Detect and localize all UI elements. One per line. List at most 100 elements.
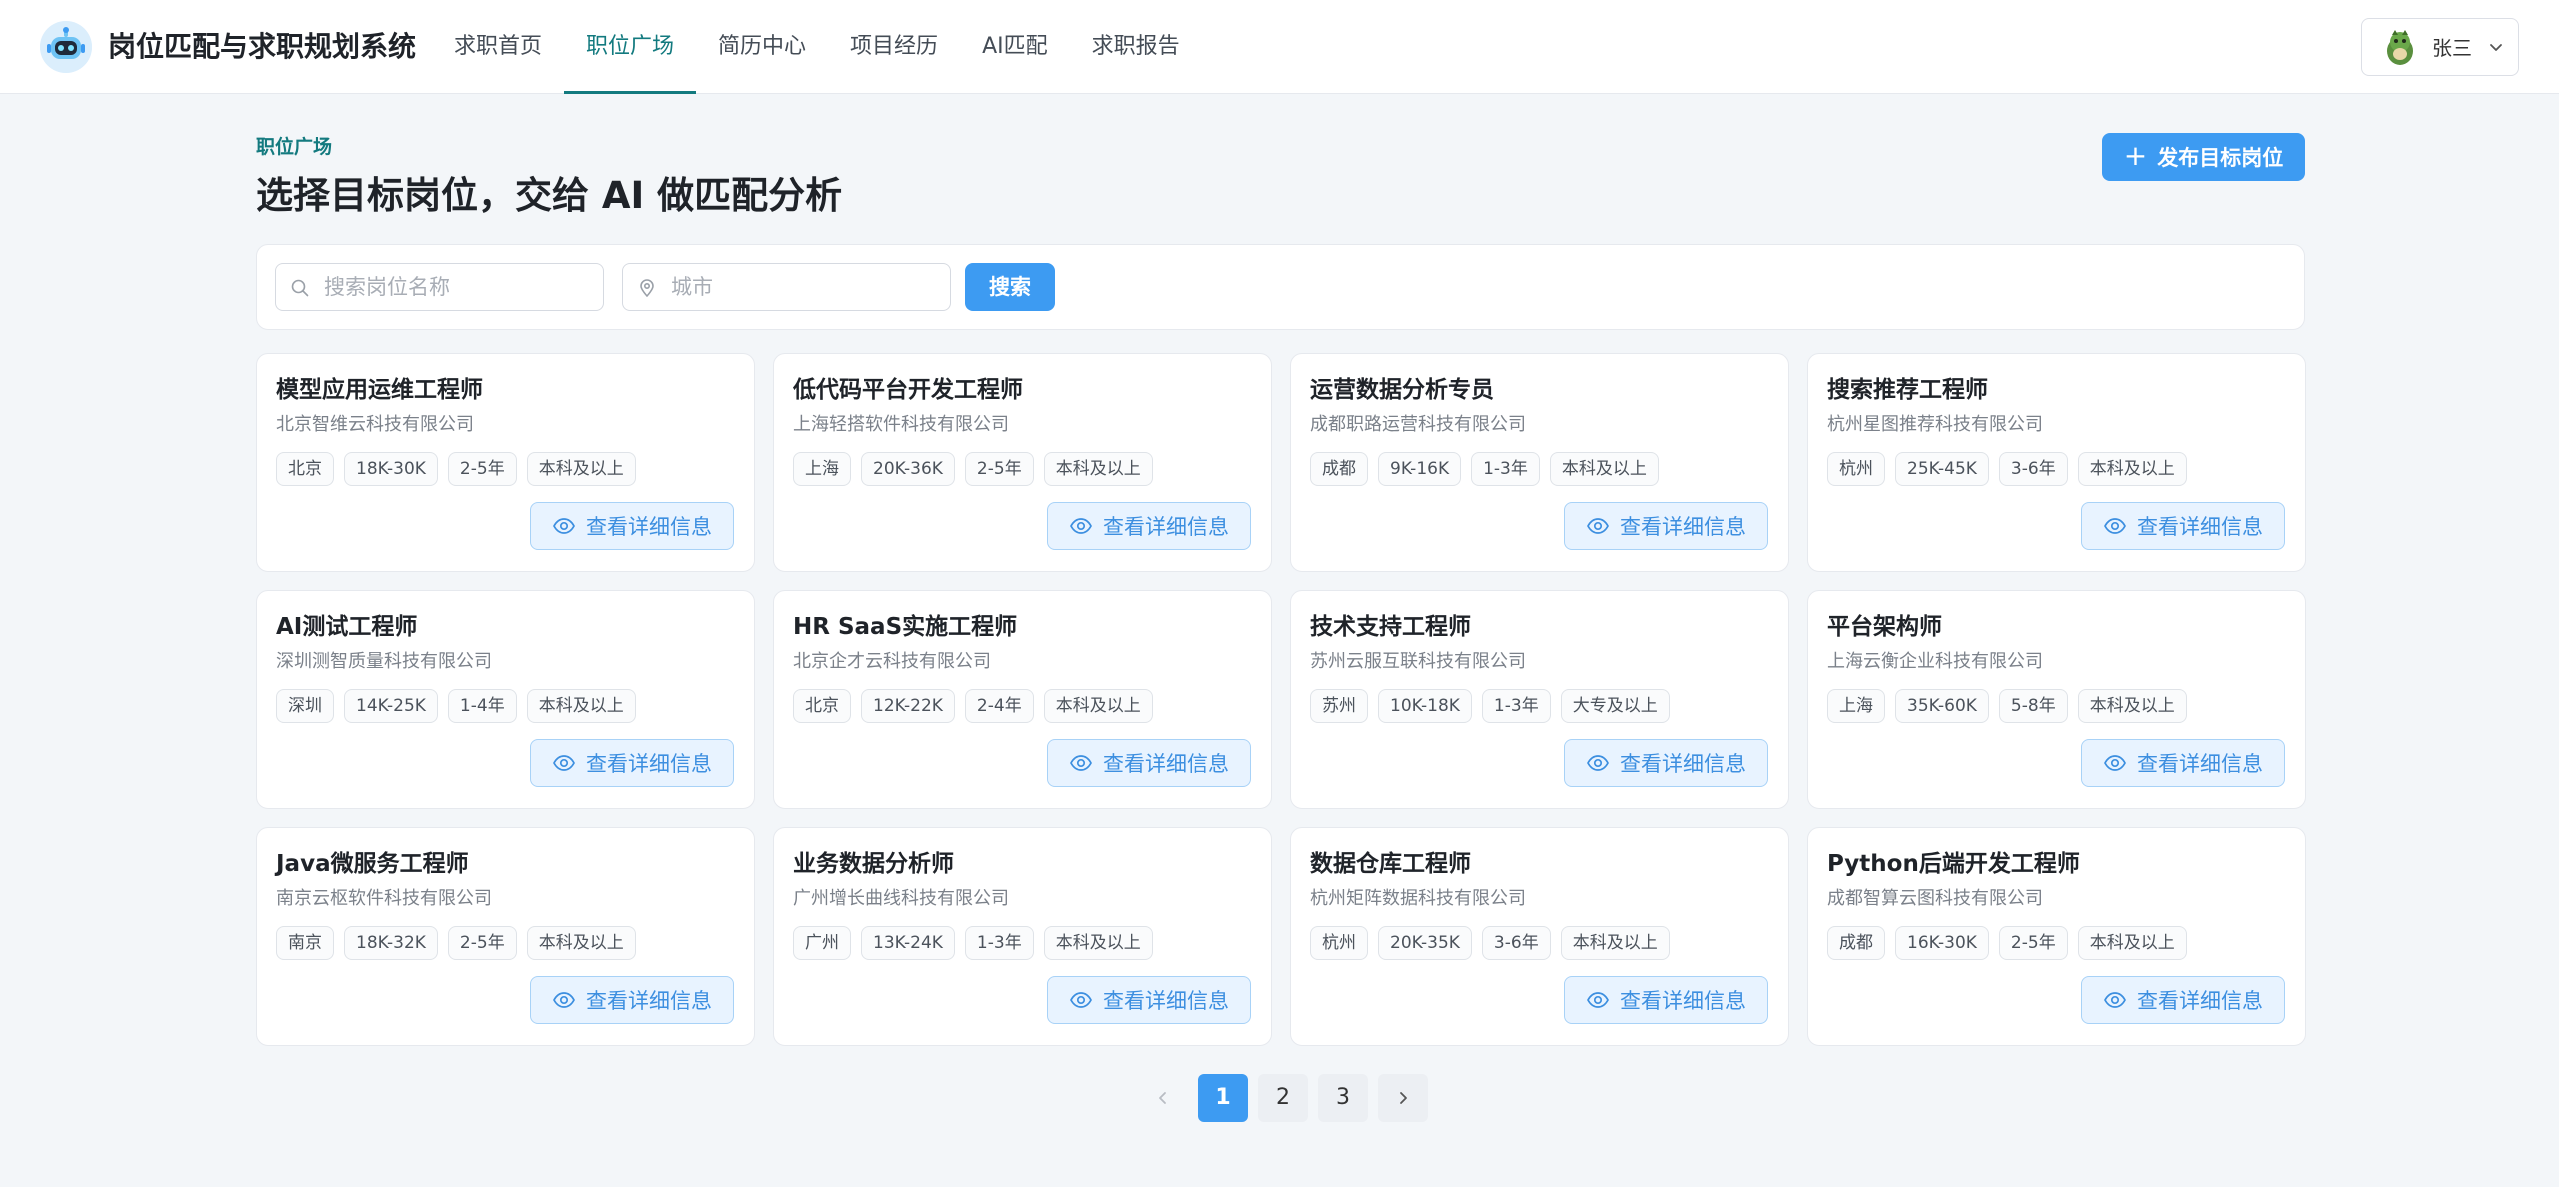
company-name: 成都职路运营科技有限公司 [1310, 414, 1526, 435]
job-tag: 本科及以上 [1560, 926, 1670, 960]
nav-item-home[interactable]: 求职首页 [432, 0, 564, 94]
prev-page-button[interactable] [1138, 1074, 1188, 1122]
job-tag: 深圳 [276, 689, 334, 723]
view-details-label: 查看详细信息 [1103, 752, 1229, 776]
eye-icon [1587, 755, 1609, 771]
view-details-label: 查看详细信息 [1620, 515, 1746, 539]
eye-icon [2104, 518, 2126, 534]
job-tags: 上海 20K-36K 2-5年 本科及以上 [793, 452, 1153, 486]
job-card[interactable]: 运营数据分析专员 成都职路运营科技有限公司 成都 9K-16K 1-3年 本科及以上 查看详… [1290, 353, 1789, 572]
job-tag: 苏州 [1310, 689, 1368, 723]
job-tag: 16K-30K [1895, 926, 1989, 960]
eye-icon [1070, 755, 1092, 771]
chevron-down-icon [2490, 44, 2502, 51]
company-name: 北京企才云科技有限公司 [793, 651, 991, 672]
view-details-label: 查看详细信息 [2137, 515, 2263, 539]
view-details-button[interactable]: 查看详细信息 [2081, 976, 2285, 1024]
company-name: 杭州星图推荐科技有限公司 [1827, 414, 2043, 435]
view-details-button[interactable]: 查看详细信息 [530, 502, 734, 550]
page-button-2[interactable]: 2 [1258, 1074, 1308, 1122]
job-card[interactable]: HR SaaS实施工程师 北京企才云科技有限公司 北京 12K-22K 2-4年 本科及以… [773, 590, 1272, 809]
job-tag: 5-8年 [1998, 689, 2068, 723]
job-card[interactable]: AI测试工程师深圳测智质量科技有限公司深圳 14K-25K 1-4年 本科及以上查看详… [256, 590, 755, 809]
job-card[interactable]: 模型应用运维工程师 北京智维云科技有限公司 北京 18K-30K 2-5年 本科及以上 查看… [256, 353, 755, 572]
eye-icon [1587, 518, 1609, 534]
company-name: 上海轻搭软件科技有限公司 [793, 414, 1009, 435]
job-tag: 3-6年 [1998, 452, 2068, 486]
view-details-button[interactable]: 查看详细信息 [530, 976, 734, 1024]
company-name: 广州增长曲线科技有限公司 [793, 888, 1009, 909]
eye-icon [553, 992, 575, 1008]
company-name: 杭州矩阵数据科技有限公司 [1310, 888, 1526, 909]
nav-item-report[interactable]: 求职报告 [1070, 0, 1202, 94]
view-details-button[interactable]: 查看详细信息 [2081, 739, 2285, 787]
job-tag: 成都 [1310, 452, 1368, 486]
nav-item-resume-center[interactable]: 简历中心 [696, 0, 828, 94]
publish-target-job-button[interactable]: + 发布目标岗位 [2102, 133, 2305, 181]
search-button[interactable]: 搜索 [965, 263, 1055, 311]
avatar-icon [2387, 30, 2413, 65]
job-tags: 北京 18K-30K 2-5年 本科及以上 [276, 452, 636, 486]
job-title: Python后端开发工程师 [1827, 851, 2080, 877]
job-tag: 2-5年 [1998, 926, 2068, 960]
chevron-left-icon [1159, 1092, 1166, 1104]
job-title: 低代码平台开发工程师 [793, 377, 1023, 403]
job-title: AI测试工程师 [276, 614, 418, 640]
view-details-button[interactable]: 查看详细信息 [1564, 976, 1768, 1024]
job-tag: 本科及以上 [526, 452, 636, 486]
keyword-search-box[interactable] [275, 263, 604, 311]
job-tag: 本科及以上 [1043, 452, 1153, 486]
job-tag: 10K-18K [1378, 689, 1472, 723]
job-tag: 本科及以上 [1549, 452, 1659, 486]
view-details-button[interactable]: 查看详细信息 [1047, 739, 1251, 787]
view-details-button[interactable]: 查看详细信息 [1564, 502, 1768, 550]
job-title: 业务数据分析师 [793, 851, 954, 877]
robot-logo-icon [40, 21, 92, 73]
view-details-button[interactable]: 查看详细信息 [1564, 739, 1768, 787]
job-card[interactable]: 低代码平台开发工程师上海轻搭软件科技有限公司上海 20K-36K 2-5年 本科及以上… [773, 353, 1272, 572]
company-name: 深圳测智质量科技有限公司 [276, 651, 492, 672]
job-tag: 13K-24K [861, 926, 955, 960]
job-tag: 本科及以上 [526, 926, 636, 960]
view-details-button[interactable]: 查看详细信息 [1047, 502, 1251, 550]
plus-icon: + [2123, 138, 2148, 172]
job-tags: 成都 16K-30K 2-5年 本科及以上 [1827, 926, 2187, 960]
job-tag: 20K-36K [861, 452, 955, 486]
job-tags: 杭州 25K-45K 3-6年 本科及以上 [1827, 452, 2187, 486]
job-card[interactable]: 平台架构师 上海云衡企业科技有限公司 上海 35K-60K 5-8年 本科及以上 查看详细信… [1807, 590, 2306, 809]
company-name: 上海云衡企业科技有限公司 [1827, 651, 2043, 672]
app-title: 岗位匹配与求职规划系统 [108, 30, 417, 63]
view-details-label: 查看详细信息 [1620, 989, 1746, 1013]
job-card[interactable]: 数据仓库工程师 杭州矩阵数据科技有限公司 杭州 20K-35K 3-6年 本科及以上 查看详… [1290, 827, 1789, 1046]
job-card[interactable]: 技术支持工程师 苏州云服互联科技有限公司 苏州 10K-18K 1-3年 大专及以上 查看详… [1290, 590, 1789, 809]
job-tag: 北京 [793, 689, 851, 723]
chevron-right-icon [1400, 1092, 1407, 1104]
city-input[interactable] [671, 264, 941, 310]
user-menu[interactable]: 张三 [2361, 18, 2519, 76]
city-search-box[interactable] [622, 263, 951, 311]
job-card[interactable]: Java微服务工程师 南京云枢软件科技有限公司 南京 18K-32K 2-5年 本科及以上… [256, 827, 755, 1046]
job-tags: 深圳 14K-25K 1-4年 本科及以上 [276, 689, 636, 723]
job-card[interactable]: 业务数据分析师 广州增长曲线科技有限公司 广州 13K-24K 1-3年 本科及以上 查看详… [773, 827, 1272, 1046]
nav-item-projects[interactable]: 项目经历 [828, 0, 960, 94]
job-tag: 3-6年 [1481, 926, 1551, 960]
page-button-3[interactable]: 3 [1318, 1074, 1368, 1122]
job-tag: 成都 [1827, 926, 1885, 960]
job-card[interactable]: 搜索推荐工程师 杭州星图推荐科技有限公司 杭州 25K-45K 3-6年 本科及以上 查看详… [1807, 353, 2306, 572]
job-title: Java微服务工程师 [276, 851, 469, 877]
page-button-1[interactable]: 1 [1198, 1074, 1248, 1122]
eye-icon [2104, 992, 2126, 1008]
view-details-label: 查看详细信息 [1620, 752, 1746, 776]
job-tag: 上海 [1827, 689, 1885, 723]
nav-item-job-square[interactable]: 职位广场 [564, 0, 697, 94]
job-card[interactable]: Python后端开发工程师 成都智算云图科技有限公司 成都 16K-30K 2-5年 本科… [1807, 827, 2306, 1046]
nav-item-ai-match[interactable]: AI匹配 [960, 0, 1070, 94]
view-details-button[interactable]: 查看详细信息 [530, 739, 734, 787]
job-tag: 大专及以上 [1560, 689, 1670, 723]
next-page-button[interactable] [1378, 1074, 1428, 1122]
view-details-button[interactable]: 查看详细信息 [1047, 976, 1251, 1024]
eye-icon [1070, 992, 1092, 1008]
keyword-search-input[interactable] [324, 264, 594, 310]
view-details-button[interactable]: 查看详细信息 [2081, 502, 2285, 550]
job-tag: 9K-16K [1378, 452, 1462, 486]
